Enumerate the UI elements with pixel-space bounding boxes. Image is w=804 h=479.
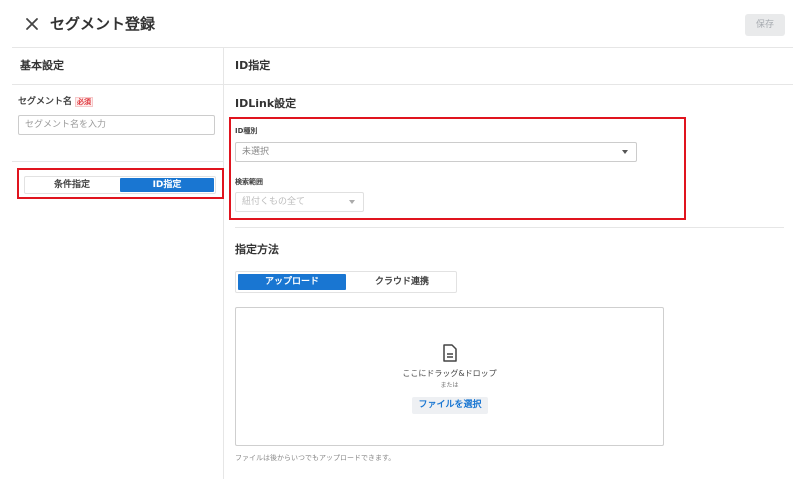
file-drop-zone[interactable]: ここにドラッグ&ドロップ または ファイルを選択 <box>235 307 664 446</box>
idlink-divider <box>235 227 784 228</box>
choose-file-button[interactable]: ファイルを選択 <box>412 397 488 414</box>
basic-settings-title: 基本設定 <box>20 59 64 72</box>
method-title: 指定方法 <box>235 243 279 256</box>
close-icon[interactable] <box>22 14 42 34</box>
panel-divider <box>223 48 224 479</box>
idlink-settings-title: IDLink設定 <box>235 97 297 110</box>
highlight-box-idlink <box>229 117 686 220</box>
segment-name-input[interactable] <box>18 115 215 135</box>
right-title-divider <box>224 84 793 85</box>
id-spec-title: ID指定 <box>235 59 271 72</box>
method-option-upload[interactable]: アップロード <box>238 274 346 290</box>
segment-name-label-text: セグメント名 <box>18 97 73 107</box>
required-badge: 必須 <box>75 97 94 107</box>
drop-instruction: ここにドラッグ&ドロップ <box>402 369 497 378</box>
method-toggle: アップロード クラウド連携 <box>235 271 457 293</box>
file-icon <box>443 344 457 362</box>
highlight-box-mode <box>17 168 224 199</box>
method-option-cloud[interactable]: クラウド連携 <box>348 272 456 292</box>
save-button[interactable]: 保存 <box>745 14 785 36</box>
left-title-divider <box>12 84 223 85</box>
header: セグメント登録 保存 <box>0 0 804 48</box>
left-field-divider <box>12 161 223 162</box>
upload-hint: ファイルは後からいつでもアップロードできます。 <box>235 454 396 462</box>
segment-name-label: セグメント名 必須 <box>18 96 94 108</box>
or-text: または <box>440 382 459 389</box>
page-title: セグメント登録 <box>50 15 156 33</box>
header-divider <box>12 47 793 48</box>
